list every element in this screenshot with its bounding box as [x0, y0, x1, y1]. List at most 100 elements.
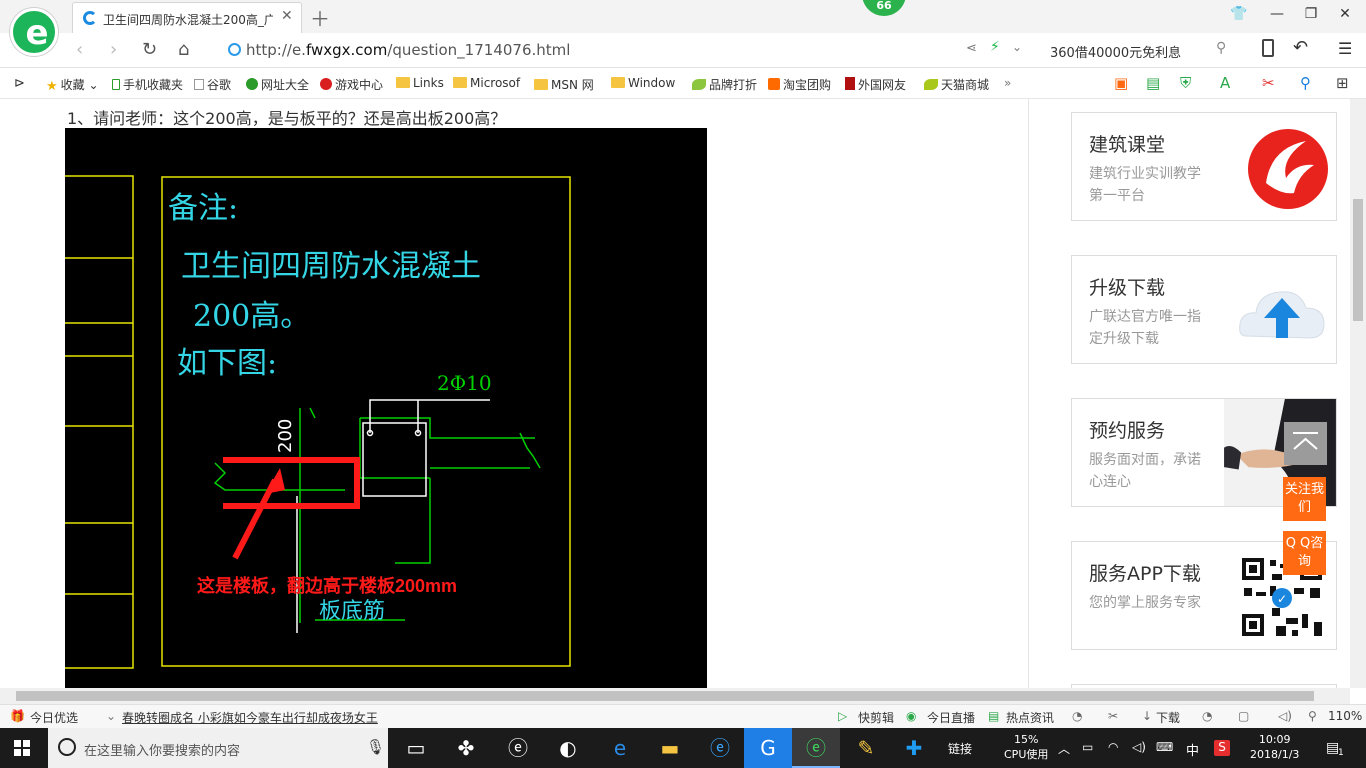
leaf-icon [692, 79, 706, 90]
ie-icon[interactable]: ⓔ [696, 728, 744, 768]
bookmark-item[interactable]: Links [396, 76, 444, 90]
scrollbar-thumb[interactable] [1353, 199, 1363, 321]
bookmark-item[interactable]: 游戏中心 [320, 76, 383, 93]
bookmark-item[interactable]: 天猫商城 [924, 76, 989, 93]
shield-icon[interactable]: ⛨ [1180, 74, 1191, 92]
bookmark-item[interactable]: MSN 网 [534, 76, 594, 93]
wifi-icon[interactable]: ◠ [1108, 740, 1118, 754]
sidebar-card-course[interactable]: 建筑课堂 建筑行业实训教学第一平台 [1071, 112, 1337, 221]
extensions-icon[interactable]: ⊞ [1336, 74, 1349, 92]
reader-icon[interactable]: ▤ [1146, 74, 1160, 92]
browser-logo-icon[interactable]: e [10, 8, 58, 56]
close-window-button[interactable]: ✕ [1330, 6, 1360, 22]
new-tab-button[interactable]: ＋ [310, 3, 330, 32]
tray-expand-icon[interactable]: ︿ [1058, 740, 1070, 757]
cpu-meter[interactable]: 15% CPU使用 [1004, 732, 1048, 762]
browser-e-icon[interactable]: ⓔ [494, 728, 542, 768]
skin-icon[interactable]: 👕 [1224, 6, 1254, 22]
speaker-icon[interactable]: ◁) [1132, 740, 1146, 754]
360-browser-task-icon[interactable]: ⓔ [792, 728, 840, 768]
microphone-icon[interactable]: 🎙 [366, 738, 385, 756]
back-to-top-button[interactable] [1284, 422, 1327, 465]
leaf-icon [924, 79, 938, 90]
clean-icon[interactable]: ◔ [1202, 709, 1212, 723]
vertical-scrollbar[interactable] [1350, 99, 1366, 688]
volume-icon[interactable]: ◁) [1278, 709, 1292, 723]
bookmark-item[interactable]: 网址大全 [246, 76, 309, 93]
speed-mode-icon[interactable]: ⚡ [990, 39, 1000, 55]
restore-button[interactable]: ❐ [1296, 6, 1326, 22]
ime-indicator[interactable]: 中 [1186, 740, 1199, 759]
notification-badge[interactable]: 66 [862, 0, 906, 16]
bookmark-item[interactable]: Microsof [453, 76, 520, 90]
home-icon[interactable]: ⌂ [178, 39, 189, 60]
globe-icon [246, 78, 258, 90]
download-link[interactable]: 下载 [1156, 709, 1180, 726]
hot-news-link[interactable]: 热点资讯 [1006, 709, 1054, 726]
tab-title: 卫生间四周防水混凝土200高_广联达 [103, 13, 273, 27]
qq-consult-button[interactable]: Q Q咨询 [1283, 531, 1326, 575]
bookmark-item[interactable]: 外国网友 [845, 76, 906, 93]
g-app-icon[interactable]: G [744, 728, 792, 768]
refresh-icon[interactable]: ↻ [142, 39, 157, 60]
chevron-down-icon[interactable]: ⌄ [106, 709, 116, 723]
translate-icon[interactable]: A [1220, 74, 1230, 92]
edge-icon[interactable]: e [596, 728, 644, 768]
sidebar-card-upgrade[interactable]: 升级下载 广联达官方唯一指定升级下载 [1071, 255, 1337, 364]
today-picks-link[interactable]: 今日优选 [30, 709, 78, 726]
bookmark-item[interactable]: 谷歌 [194, 76, 231, 93]
fan-app-icon[interactable]: ✤ [442, 728, 490, 768]
kuaijianji-link[interactable]: 快剪辑 [858, 709, 894, 726]
tools-icon[interactable]: ✂ [1108, 709, 1118, 723]
notes-app-icon[interactable]: ✎ [842, 728, 890, 768]
bookmark-item[interactable]: 淘宝团购 [768, 76, 831, 93]
bookmark-item[interactable]: 品牌打折 [692, 76, 757, 93]
search-suggestion[interactable]: 360借40000元免利息 [1050, 42, 1181, 61]
undo-icon[interactable]: ↶ [1293, 37, 1308, 58]
search-icon[interactable]: ⚲ [1216, 40, 1226, 56]
windows-start-icon[interactable] [14, 740, 30, 756]
back-button[interactable]: ‹ [76, 39, 83, 60]
chevron-down-icon[interactable]: ⌄ [1012, 40, 1022, 54]
url-domain: fwxgx.com [305, 41, 388, 59]
file-explorer-icon[interactable]: ▬ [646, 728, 694, 768]
battery-icon[interactable]: ▭ [1082, 740, 1093, 754]
bookmark-item[interactable]: Window [611, 76, 675, 90]
taskbar-search-box[interactable]: 在这里输入你要搜索的内容 🎙 [48, 728, 388, 768]
folder-icon [453, 77, 467, 88]
news-ticker-link[interactable]: 春晚转圈成名 小彩旗如今豪车出行却成夜场女王 [122, 709, 378, 726]
speed-icon[interactable]: ◔ [1072, 709, 1082, 723]
browser-tab[interactable]: 卫生间四周防水混凝土200高_广联达 ✕ [72, 2, 302, 33]
url-field[interactable]: http://e.fwxgx.com/question_1714076.html [246, 41, 570, 59]
follow-us-button[interactable]: 关注我们 [1283, 477, 1326, 521]
more-bookmarks-icon[interactable]: » [1004, 76, 1011, 90]
magnifier-icon[interactable]: ⚲ [1300, 74, 1311, 92]
zoom-level[interactable]: 110% [1328, 709, 1362, 723]
clock[interactable]: 10:09 2018/1/3 [1250, 732, 1299, 762]
window-icon[interactable]: ▢ [1238, 709, 1249, 723]
discount-icon[interactable]: ▣ [1114, 74, 1128, 92]
share-icon[interactable]: ⋖ [966, 41, 977, 56]
live-link[interactable]: 今日直播 [927, 709, 975, 726]
menu-icon[interactable]: ☰ [1338, 39, 1352, 58]
mobile-icon[interactable] [1262, 39, 1274, 57]
task-view-icon[interactable]: ▭ [392, 728, 440, 768]
bookmark-item[interactable]: 手机收藏夹 [112, 76, 183, 93]
sogou-icon[interactable]: S [1214, 740, 1230, 756]
minimize-button[interactable]: — [1262, 6, 1292, 22]
horizontal-scrollbar[interactable] [0, 688, 1350, 704]
keyboard-icon[interactable]: ⌨ [1156, 740, 1173, 754]
forward-button[interactable]: › [110, 39, 117, 60]
glodon-app-icon[interactable]: ◐ [544, 728, 592, 768]
question-text: 1、请问老师：这个200高，是与板平的？还是高出板200高？ [67, 109, 507, 128]
cad-note-line1: 卫生间四周防水混凝土 [181, 249, 481, 284]
scissors-icon[interactable]: ✂ [1262, 74, 1275, 92]
tab-close-icon[interactable]: ✕ [281, 8, 293, 24]
bookmark-item[interactable]: ★ 收藏 ⌄ [46, 76, 99, 94]
sidebar-toggle-icon[interactable]: ⊳ [14, 76, 25, 91]
cad-note-line3: 如下图: [177, 346, 277, 381]
plus-app-icon[interactable]: ✚ [890, 728, 938, 768]
tray-link-label[interactable]: 链接 [948, 740, 972, 757]
cloud-upload-icon [1239, 291, 1325, 339]
scrollbar-thumb[interactable] [16, 691, 1314, 701]
